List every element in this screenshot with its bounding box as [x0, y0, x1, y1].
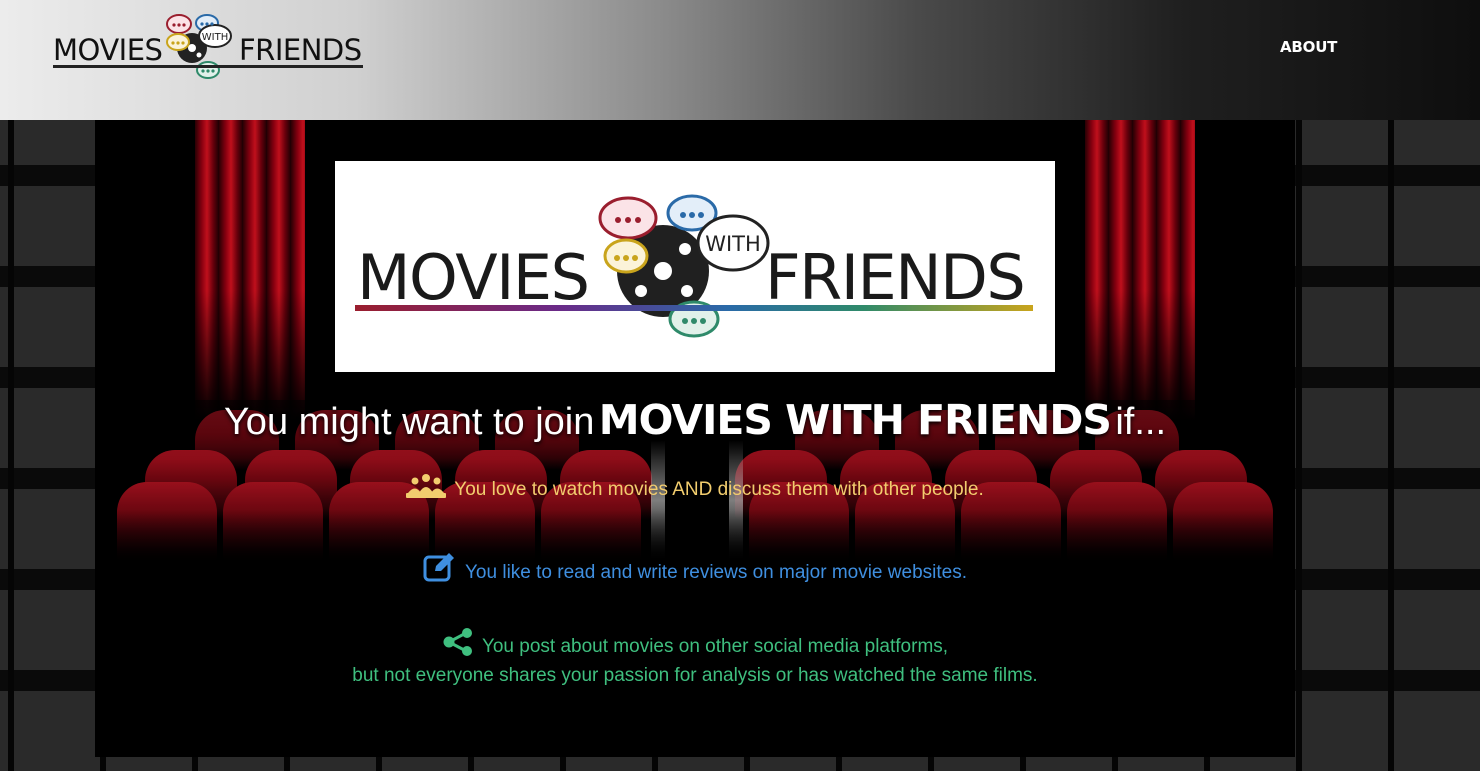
logo-word-movies: MOVIES: [53, 33, 163, 67]
reason-text: You post about movies on other social me…: [481, 636, 949, 657]
site-header: WITH MOVIES FRIENDS ABOUT: [0, 0, 1480, 120]
reason-text: You love to watch movies AND discuss the…: [454, 479, 984, 500]
reason-text-line2: but not everyone shares your passion for…: [352, 665, 1038, 686]
logo-with-badge: WITH: [202, 32, 228, 43]
nav-about-link[interactable]: ABOUT: [1280, 38, 1337, 56]
screen-word-friends: FRIENDS: [765, 241, 1026, 314]
screen-logo-underline: [355, 305, 1033, 311]
edit-icon: [423, 552, 457, 589]
screen-with-badge: WITH: [705, 232, 761, 256]
screen-word-movies: MOVIES: [357, 241, 590, 314]
screen-logo-panel: WITH MOVIES FRIENDS: [335, 161, 1055, 372]
hero-headline: You might want to join MOVIES WITH FRIEN…: [95, 396, 1295, 444]
reason-item-discuss: You love to watch movies AND discuss the…: [95, 473, 1295, 506]
people-icon: [406, 473, 447, 506]
headline-brand: MOVIES WITH FRIENDS: [598, 396, 1112, 444]
reason-text: You like to read and write reviews on ma…: [465, 562, 967, 583]
hero-stage: WITH MOVIES FRIENDS You might want to jo…: [95, 120, 1295, 757]
reason-item-social: You post about movies on other social me…: [95, 628, 1295, 688]
headline-prefix: You might want to join: [223, 401, 595, 443]
logo-underline: [53, 65, 363, 68]
header-logo[interactable]: WITH MOVIES FRIENDS: [53, 14, 365, 82]
headline-suffix: if...: [1115, 401, 1167, 443]
curtain-left: [195, 120, 305, 420]
logo-word-friends: FRIENDS: [239, 33, 362, 67]
reason-item-reviews: You like to read and write reviews on ma…: [95, 552, 1295, 589]
curtain-right: [1085, 120, 1195, 420]
share-icon: [442, 628, 474, 663]
